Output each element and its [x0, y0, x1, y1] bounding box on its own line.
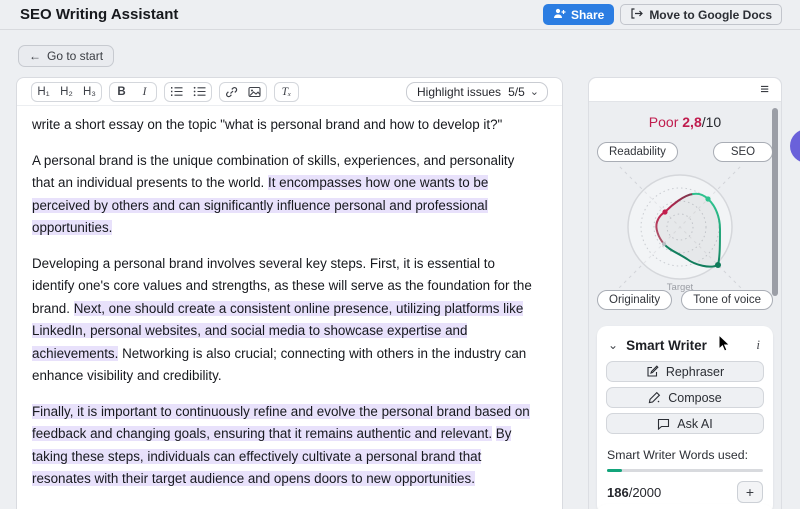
compose-button[interactable]: Compose	[606, 387, 764, 408]
bold-button[interactable]: B	[110, 83, 133, 101]
clear-format-group: Tₓ	[274, 82, 299, 102]
radar-axis-top-row: Readability SEO	[589, 142, 781, 162]
tone-of-voice-pill[interactable]: Tone of voice	[681, 290, 773, 310]
overall-score: Poor 2,8/10	[589, 114, 781, 130]
editor-toolbar: H₁ H₂ H₃ B I	[17, 78, 562, 106]
heading1-button[interactable]: H₁	[32, 83, 55, 101]
export-icon	[630, 8, 643, 22]
score-outof: /10	[702, 114, 721, 130]
paragraph: Developing a personal brand involves sev…	[32, 253, 540, 388]
italic-button[interactable]: I	[133, 83, 156, 101]
paragraph: Finally, it is important to continuously…	[32, 401, 540, 491]
back-arrow-icon: ←	[29, 49, 41, 63]
add-person-icon	[553, 8, 566, 22]
go-to-start-button[interactable]: ← Go to start	[18, 45, 114, 67]
smart-writer-title: Smart Writer	[626, 338, 707, 353]
edit-pencil-icon	[646, 365, 659, 378]
words-progress-fill	[607, 469, 622, 472]
editor-card: H₁ H₂ H₃ B I	[16, 77, 563, 509]
highlight-issues-dropdown[interactable]: Highlight issues 5/5 ⌄	[406, 82, 548, 102]
seo-pill[interactable]: SEO	[713, 142, 773, 162]
issues-count: 5/5	[508, 85, 525, 99]
smart-writer-header: ⌄ Smart Writer i	[608, 337, 762, 353]
seo-point	[705, 196, 710, 201]
originality-point	[662, 242, 666, 246]
score-value: 2,8	[682, 114, 701, 130]
highlighted-text: Finally, it is important to continuously…	[32, 404, 530, 442]
sidebar-topbar: ≡	[589, 78, 781, 102]
readability-pill[interactable]: Readability	[597, 142, 678, 162]
smart-writer-card: ⌄ Smart Writer i Rephraser Compose	[597, 326, 773, 509]
menu-icon[interactable]: ≡	[760, 82, 769, 97]
sidebar-scrollbar[interactable]	[772, 108, 778, 296]
words-count: 186/2000	[607, 485, 661, 500]
paragraph: A personal brand is the unique combinati…	[32, 150, 540, 240]
ask-ai-button[interactable]: Ask AI	[606, 413, 764, 434]
link-icon[interactable]	[220, 83, 243, 101]
radar-chart: Target	[589, 166, 783, 306]
tone-of-voice-point	[715, 262, 721, 268]
text-segment: write a short essay on the topic "what i…	[32, 117, 502, 132]
sidebar-panel: ≡ Poor 2,8/10 Readability SEO	[588, 77, 782, 509]
chevron-down-icon: ⌄	[530, 87, 539, 97]
ordered-list-icon[interactable]	[165, 83, 188, 101]
words-used-label: Smart Writer Words used:	[607, 448, 763, 462]
app-header: SEO Writing Assistant Share Move to Goog…	[0, 0, 800, 30]
words-count-row: 186/2000 +	[607, 481, 763, 503]
words-progress-bar	[607, 469, 763, 472]
add-words-button[interactable]: +	[737, 481, 763, 503]
heading-group: H₁ H₂ H₃	[31, 82, 102, 102]
share-button[interactable]: Share	[543, 4, 614, 25]
collapse-chevron-icon[interactable]: ⌄	[608, 341, 618, 349]
clear-formatting-button[interactable]: Tₓ	[275, 83, 298, 101]
format-group: B I	[109, 82, 157, 102]
info-icon[interactable]: i	[756, 337, 762, 353]
page-title: SEO Writing Assistant	[20, 6, 178, 23]
floating-bubble-clip	[788, 128, 800, 166]
paragraph: write a short essay on the topic "what i…	[32, 114, 540, 137]
rephraser-button[interactable]: Rephraser	[606, 361, 764, 382]
next-section-card	[597, 504, 773, 509]
readability-point	[662, 209, 667, 214]
radar-axis-bottom-row: Originality Tone of voice	[589, 290, 781, 310]
chat-bubble-icon	[657, 418, 670, 430]
help-bubble-button[interactable]	[790, 129, 800, 163]
move-to-google-docs-button[interactable]: Move to Google Docs	[620, 4, 782, 25]
originality-pill[interactable]: Originality	[597, 290, 672, 310]
editor-content[interactable]: write a short essay on the topic "what i…	[17, 106, 562, 491]
heading3-button[interactable]: H₃	[78, 83, 101, 101]
bullet-list-icon[interactable]	[188, 83, 211, 101]
score-grade: Poor	[649, 114, 679, 130]
header-actions: Share Move to Google Docs	[543, 4, 782, 25]
pen-sparkle-icon	[648, 391, 661, 404]
heading2-button[interactable]: H₂	[55, 83, 78, 101]
insert-group	[219, 82, 267, 102]
image-icon[interactable]	[243, 83, 266, 101]
list-group	[164, 82, 212, 102]
